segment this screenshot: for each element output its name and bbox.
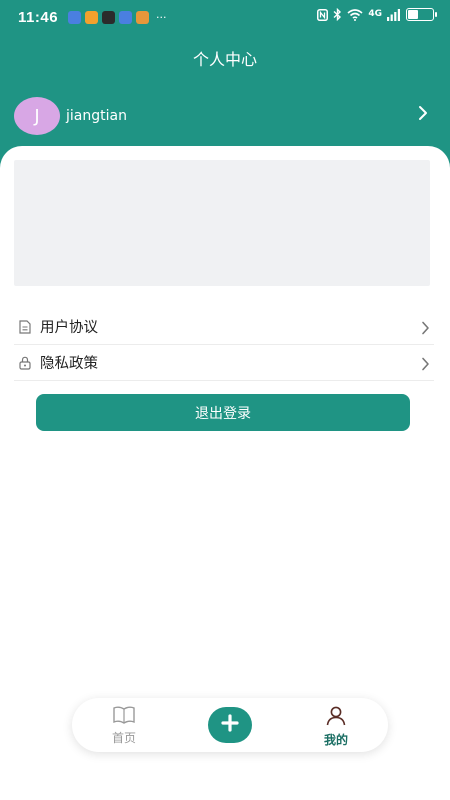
bluetooth-icon [333,8,342,21]
notification-more-indicator: ··· [156,11,167,24]
nav-mine-label: 我的 [323,733,348,747]
chevron-right-icon [418,105,428,125]
notification-icons: ··· [68,11,167,24]
notification-app-icon [85,11,98,24]
battery-icon [406,8,437,21]
network-type-label: 4G [368,9,382,19]
chevron-right-icon [421,320,430,339]
nav-item-home[interactable]: 首页 [94,706,154,746]
menu-list: 用户协议 隐私政策 [14,309,434,381]
banner-placeholder [14,160,430,286]
chevron-right-icon [421,356,430,375]
book-icon [112,706,136,728]
plus-icon [221,714,239,736]
add-button[interactable] [208,707,252,743]
logout-button[interactable]: 退出登录 [36,394,410,431]
document-icon [18,319,32,334]
page-title: 个人中心 [192,50,257,69]
user-icon [325,706,347,730]
menu-item-user-agreement[interactable]: 用户协议 [14,309,434,345]
status-time: 11:46 [18,9,59,26]
notification-app-icon [102,11,115,24]
notification-app-icon [136,11,149,24]
nav-home-label: 首页 [111,731,136,745]
menu-item-label: 用户协议 [40,320,98,336]
wifi-icon [347,8,363,21]
menu-item-label: 隐私政策 [40,356,98,372]
lock-icon [18,356,32,370]
profile-row[interactable]: J jiangtian [14,96,434,136]
system-icons: 4G [317,8,437,21]
username: jiangtian [66,108,127,124]
nfc-icon [317,8,329,21]
notification-app-icon [68,11,81,24]
avatar: J [14,97,60,135]
status-bar: 11:46 ··· 4G [0,0,450,34]
menu-item-privacy-policy[interactable]: 隐私政策 [14,345,434,381]
nav-item-mine[interactable]: 我的 [306,706,366,748]
bottom-nav: 首页 我的 [72,698,388,752]
signal-icon [387,8,401,21]
notification-app-icon [119,11,132,24]
